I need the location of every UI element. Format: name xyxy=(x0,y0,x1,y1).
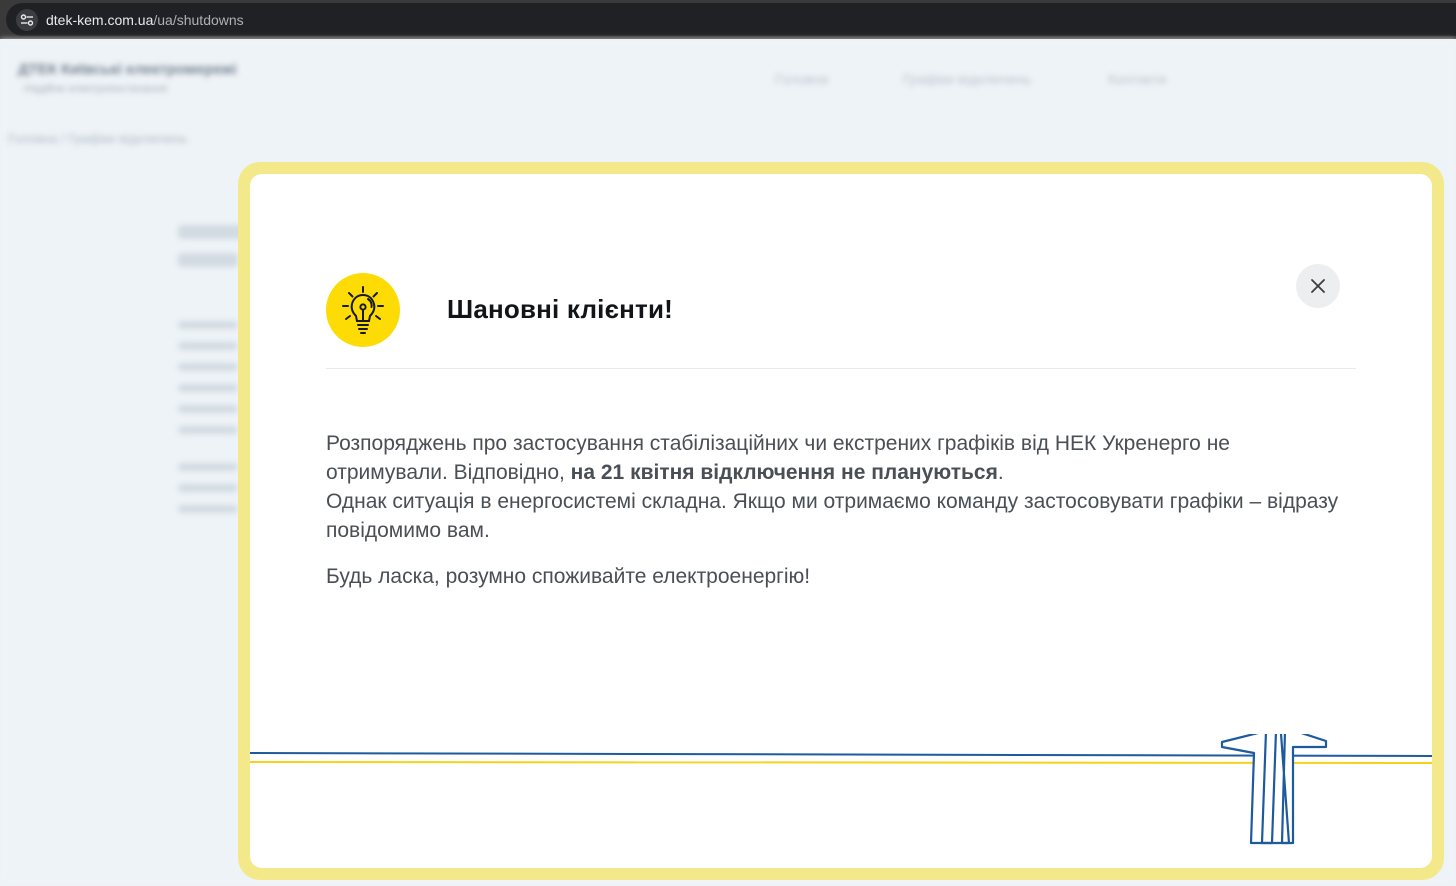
bg-text-line xyxy=(178,342,238,350)
site-logo-title[interactable]: ДТЕК Київські електромережі xyxy=(18,61,237,78)
power-line-illustration xyxy=(250,734,1432,845)
nav-item-contacts[interactable]: Контакти xyxy=(1108,71,1166,87)
power-tower-icon xyxy=(1220,734,1328,845)
nav-item-shutdowns[interactable]: Графіки відключень xyxy=(903,71,1031,87)
modal-title: Шановні клієнти! xyxy=(447,294,674,324)
bg-text-line xyxy=(178,484,238,492)
url-host: dtek-kem.com.ua xyxy=(46,12,154,28)
bg-text-line xyxy=(178,463,238,471)
bg-text-line xyxy=(178,363,238,371)
bg-text-line xyxy=(178,405,238,413)
close-icon xyxy=(1311,279,1325,293)
bg-text-line xyxy=(178,321,238,329)
paragraph-1-bold: на 21 квітня відключення не плануються xyxy=(570,461,998,484)
bg-text-line xyxy=(178,426,238,434)
announcement-modal: Шановні клієнти! Розпоряджень про застос… xyxy=(250,174,1432,868)
header-divider xyxy=(326,368,1356,369)
paragraph-1-end: . xyxy=(997,461,1004,484)
close-button[interactable] xyxy=(1296,264,1340,308)
bg-heading-bar xyxy=(178,253,238,267)
browser-toolbar: dtek-kem.com.ua/ua/shutdowns xyxy=(0,0,1456,39)
lightbulb-icon xyxy=(326,273,400,347)
bg-text-line xyxy=(178,384,238,392)
site-logo-subtitle: Надійне електропостачання xyxy=(24,83,168,95)
url-text[interactable]: dtek-kem.com.ua/ua/shutdowns xyxy=(46,12,244,28)
site-settings-icon[interactable] xyxy=(16,9,38,31)
url-path: /ua/shutdowns xyxy=(153,12,244,28)
nav-item-home[interactable]: Головна xyxy=(775,71,828,87)
breadcrumb[interactable]: Головна / Графіки відключень xyxy=(8,131,187,146)
paragraph-2: Однак ситуація в енергосистемі складна. … xyxy=(326,490,1339,542)
bg-text-line xyxy=(178,505,238,513)
closing-text: Будь ласка, розумно споживайте електроен… xyxy=(326,565,811,588)
paragraph-1: Розпоряджень про застосування стабілізац… xyxy=(326,429,1356,487)
address-bar[interactable]: dtek-kem.com.ua/ua/shutdowns xyxy=(6,3,1456,36)
modal-body: Розпоряджень про застосування стабілізац… xyxy=(326,429,1356,545)
